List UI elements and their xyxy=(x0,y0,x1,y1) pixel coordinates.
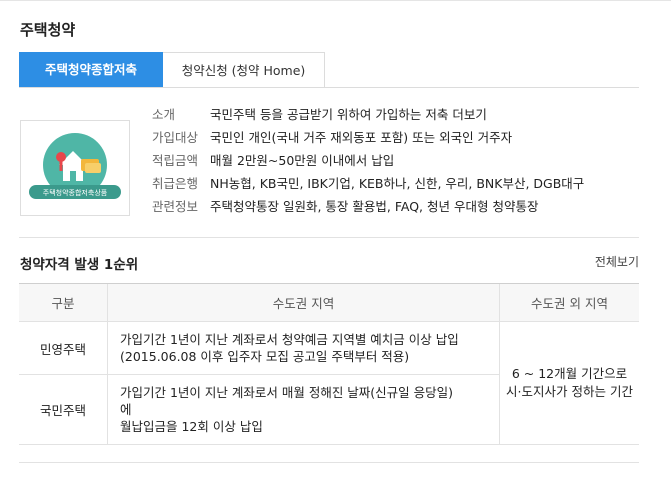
outside-line-1: 6 ~ 12개월 기간으로 xyxy=(511,366,628,381)
page-title: 주택청약 xyxy=(20,21,76,39)
info-row-amount: 적립금액 매월 2만원~50만원 이내에서 납입 xyxy=(152,149,584,172)
table-header-outside: 수도권 외 지역 xyxy=(499,283,639,322)
info-row-related: 관련정보 주택청약통장 일원화, 통장 활용법, FAQ, 청년 우대형 청약통장 xyxy=(152,195,584,218)
info-row-eligibility: 가입대상 국민인 개인(국내 거주 재외동포 포함) 또는 외국인 거주자 xyxy=(152,126,584,149)
view-all-link[interactable]: 전체보기 xyxy=(595,253,639,270)
table-header-capital: 수도권 지역 xyxy=(107,283,500,322)
info-value: NH농협, KB국민, IBK기업, KEB하나, 신한, 우리, BNK부산,… xyxy=(210,176,585,191)
row-desc: 가입기간 1년이 지난 계좌로서 청약예금 지역별 예치금 이상 납입 (201… xyxy=(107,321,500,375)
tab-underline xyxy=(19,87,639,88)
outside-line-2: 시·도지사가 정하는 기간 xyxy=(506,384,633,399)
info-row-intro: 소개 국민주택 등을 공급받기 위하여 가입하는 저축 더보기 xyxy=(152,103,584,126)
info-label: 가입대상 xyxy=(152,130,199,145)
row-desc-line: 가입기간 1년이 지난 계좌로서 매월 정해진 날짜(신규일 응당일) xyxy=(120,385,454,400)
tab-bar: 주택청약종합저축 청약신청 (청약 Home) xyxy=(19,52,325,88)
row-type: 국민주택 xyxy=(19,374,108,445)
row-desc-line: 에 xyxy=(120,402,132,417)
info-value[interactable]: 주택청약통장 일원화, 통장 활용법, FAQ, 청년 우대형 청약통장 xyxy=(210,199,538,214)
info-label: 취급은행 xyxy=(152,176,199,191)
row-type: 민영주택 xyxy=(19,321,108,375)
logo-caption: 주택청약종합저축상품 xyxy=(43,188,108,197)
tab-subscription-apply[interactable]: 청약신청 (청약 Home) xyxy=(163,52,325,88)
bottom-divider xyxy=(19,462,639,463)
product-info: 소개 국민주택 등을 공급받기 위하여 가입하는 저축 더보기 가입대상 국민인 개… xyxy=(152,103,584,218)
info-row-banks: 취급은행 NH농협, KB국민, IBK기업, KEB하나, 신한, 우리, BN… xyxy=(152,172,584,195)
info-value: 매월 2만원~50만원 이내에서 납입 xyxy=(210,153,395,168)
info-label: 적립금액 xyxy=(152,153,199,168)
table-row: 민영주택 가입기간 1년이 지난 계좌로서 청약예금 지역별 예치금 이상 납입… xyxy=(19,321,639,445)
top-border xyxy=(0,0,671,1)
product-logo: 주택청약종합저축상품 xyxy=(20,120,130,216)
row-desc: 가입기간 1년이 지난 계좌로서 매월 정해진 날짜(신규일 응당일) 에 월납… xyxy=(107,374,500,445)
section-title: 청약자격 발생 1순위 xyxy=(20,257,139,273)
info-label: 관련정보 xyxy=(152,199,199,214)
section-divider xyxy=(19,237,639,238)
info-value[interactable]: 국민주택 등을 공급받기 위하여 가입하는 저축 더보기 xyxy=(210,107,487,122)
house-savings-icon: 주택청약종합저축상품 xyxy=(29,133,121,199)
tab-housing-savings[interactable]: 주택청약종합저축 xyxy=(19,52,163,88)
info-label: 소개 xyxy=(152,107,176,122)
table-header-type: 구분 xyxy=(19,283,108,322)
row-outside-period: 6 ~ 12개월 기간으로 시·도지사가 정하는 기간 xyxy=(499,321,639,445)
eligibility-table: 구분 수도권 지역 수도권 외 지역 민영주택 가입기간 1년이 지난 계좌로서… xyxy=(19,283,639,445)
row-desc-line: 월납입금을 12회 이상 납입 xyxy=(120,419,263,434)
info-value: 국민인 개인(국내 거주 재외동포 포함) 또는 외국인 거주자 xyxy=(210,130,513,145)
